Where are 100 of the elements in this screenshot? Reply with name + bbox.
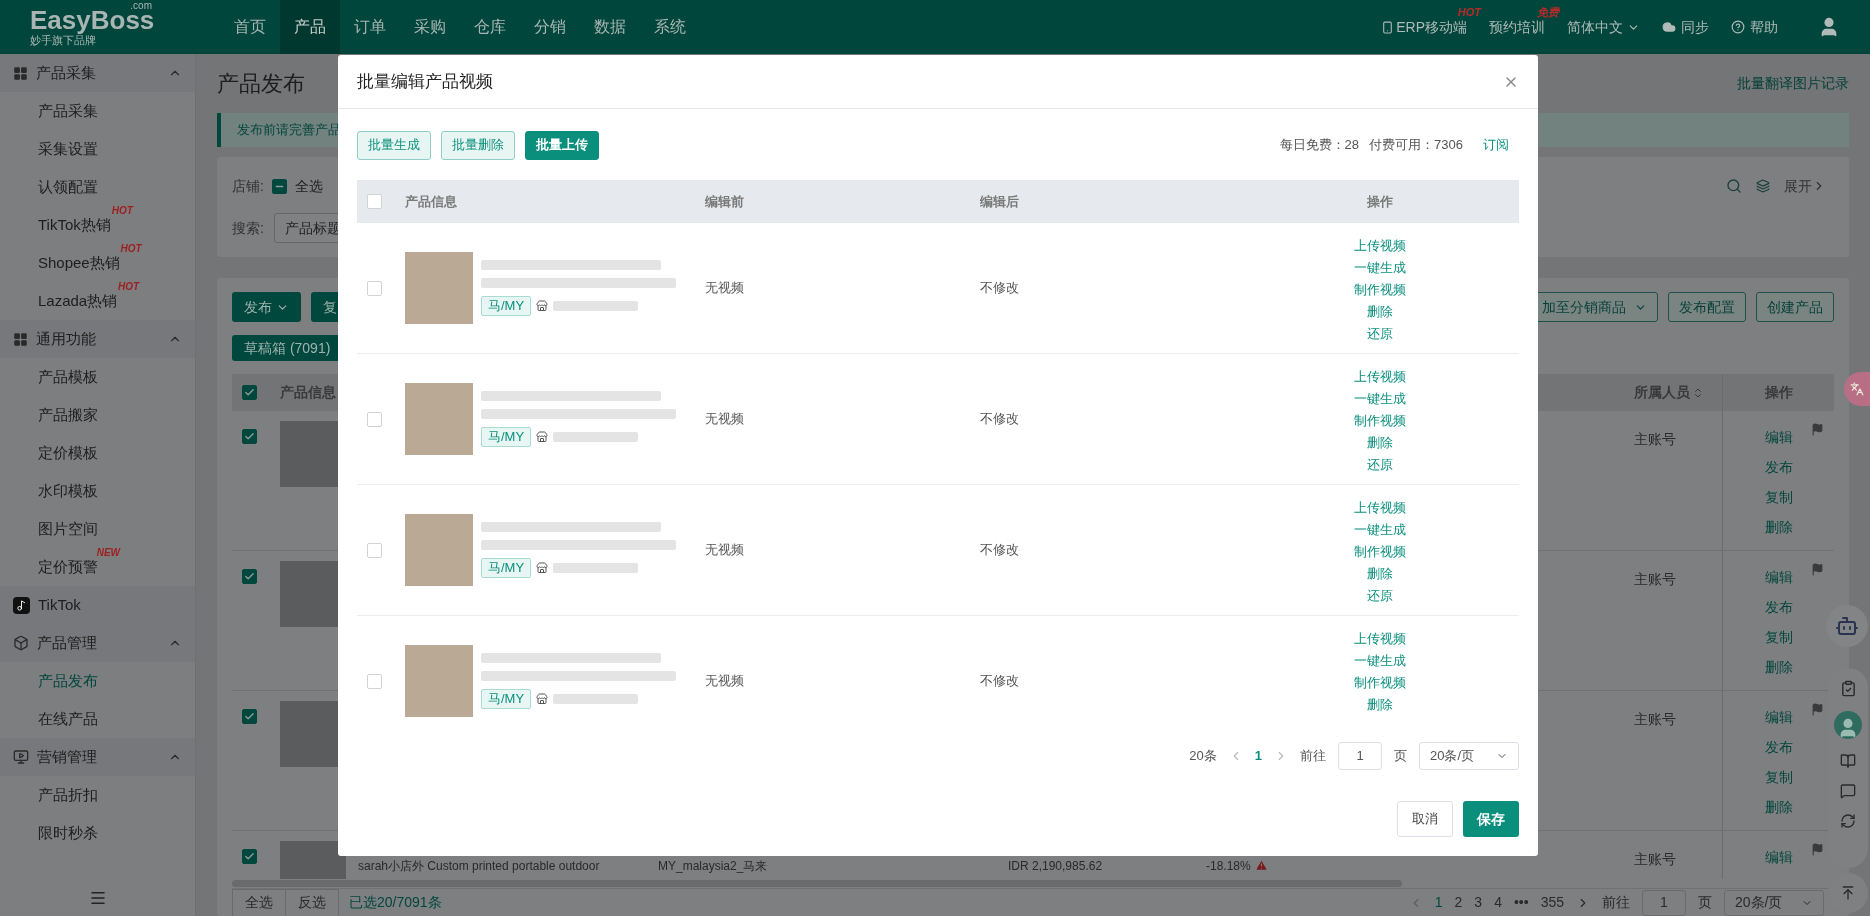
sidebar-item[interactable]: 定价模板 [38,441,98,465]
row-action-link[interactable]: 发布 [1764,737,1793,767]
toolbar-button[interactable]: 发布 [232,292,301,322]
sidebar-section[interactable]: 营销管理 [0,738,195,776]
mobile-app-link[interactable]: ERP移动端 [1381,16,1467,38]
row-action-link[interactable]: 复制 [1764,767,1793,797]
row-action-link[interactable]: 编辑 [1764,707,1793,737]
row-action-link[interactable]: 删除 [1764,797,1793,827]
checkbox[interactable] [271,178,287,194]
subscribe-link[interactable]: 订阅 [1483,135,1509,155]
page-number[interactable]: 355 [1540,892,1564,913]
sidebar-item[interactable]: 定价预警 [38,555,98,579]
layout-icon[interactable] [1756,179,1770,193]
sidebar-item[interactable]: 限时秒杀 [38,821,98,845]
sidebar-section[interactable]: TikTok [0,586,195,624]
batch-button[interactable]: 批量生成 [357,130,431,160]
sidebar-item[interactable]: Lazada热销 [38,289,118,313]
flag-icon[interactable] [1811,843,1824,856]
help-button[interactable]: 帮助 [1731,16,1778,38]
message-icon[interactable] [1840,783,1856,799]
translate-records-link[interactable]: 批量翻译图片记录 [1737,73,1849,94]
page-number[interactable]: 1 [1434,892,1443,913]
cancel-button[interactable]: 取消 [1397,801,1453,837]
video-action-link[interactable]: 制作视频 [1354,410,1406,432]
batch-button[interactable]: 批量上传 [525,130,599,160]
sidebar-item[interactable]: 认领配置 [38,175,98,199]
sidebar-item[interactable]: 产品模板 [38,365,98,389]
nav-tab[interactable]: 数据 [580,0,640,54]
video-action-link[interactable]: 一键生成 [1354,257,1406,279]
sidebar-item[interactable]: Shopee热销 [38,251,120,275]
flag-icon[interactable] [1811,563,1824,576]
translate-pill[interactable] [1844,372,1870,406]
collapse-menu-icon[interactable] [88,889,107,907]
sort-icon[interactable] [1692,386,1704,399]
expand-button[interactable]: 展开 [1784,175,1826,197]
checkbox[interactable] [242,709,257,724]
checklist-icon[interactable] [1839,680,1857,697]
video-action-link[interactable]: 删除 [1367,694,1393,716]
batch-button[interactable]: 批量删除 [441,130,515,160]
video-action-link[interactable]: 制作视频 [1354,541,1406,563]
sidebar-item[interactable]: TikTok热销 [38,213,111,237]
page-input[interactable]: 1 [1642,889,1686,916]
page-input[interactable]: 1 [1338,742,1382,770]
sidebar-item[interactable]: 采集设置 [38,137,98,161]
sidebar-item[interactable]: 产品发布 [38,669,98,693]
video-action-link[interactable]: 上传视频 [1354,497,1406,519]
video-action-link[interactable]: 还原 [1367,323,1393,345]
toolbar-button[interactable]: 创建产品 [1756,292,1834,322]
page-size-select[interactable]: 20条/页 [1724,889,1824,916]
search-icon[interactable] [1726,178,1742,194]
checkbox[interactable] [242,849,257,864]
video-action-link[interactable]: 删除 [1367,301,1393,323]
assistant-button[interactable] [1826,605,1868,647]
video-action-link[interactable]: 还原 [1367,585,1393,607]
row-action-link[interactable]: 编辑 [1764,567,1793,597]
sidebar-section[interactable]: 通用功能 [0,320,195,358]
video-action-link[interactable]: 制作视频 [1354,672,1406,694]
sidebar-item[interactable]: 产品折扣 [38,783,98,807]
video-action-link[interactable]: 一键生成 [1354,650,1406,672]
avatar[interactable] [1834,711,1862,739]
row-action-link[interactable]: 复制 [1764,487,1793,517]
video-action-link[interactable]: 删除 [1367,563,1393,585]
flag-icon[interactable] [1811,703,1824,716]
page-number[interactable]: ••• [1513,892,1529,913]
book-icon[interactable] [1840,753,1856,769]
nav-tab[interactable]: 订单 [340,0,400,54]
row-action-link[interactable]: 删除 [1764,517,1793,547]
language-select[interactable]: 简体中文 [1567,16,1640,38]
video-action-link[interactable]: 一键生成 [1354,519,1406,541]
nav-tab[interactable]: 首页 [220,0,280,54]
video-action-link[interactable]: 上传视频 [1354,235,1406,257]
sidebar-section[interactable]: 产品管理 [0,624,195,662]
invert-button[interactable]: 反选 [286,888,339,916]
sync-button[interactable]: 同步 [1662,16,1709,38]
video-action-link[interactable]: 上传视频 [1354,366,1406,388]
toolbar-button[interactable]: 发布配置 [1668,292,1746,322]
sidebar-item[interactable]: 水印模板 [38,479,98,503]
sidebar-item[interactable]: 产品采集 [38,99,98,123]
checkbox[interactable] [242,385,257,400]
video-action-link[interactable]: 还原 [1367,454,1393,476]
checkbox[interactable] [242,429,257,444]
nav-tab[interactable]: 分销 [520,0,580,54]
sidebar-section[interactable]: 产品采集 [0,54,195,92]
refresh-icon[interactable] [1840,813,1856,829]
sidebar-item[interactable]: 图片空间 [38,517,98,541]
nav-tab[interactable]: 产品 [280,0,340,54]
nav-tab[interactable]: 系统 [640,0,700,54]
horizontal-scrollbar[interactable] [232,880,1402,887]
video-action-link[interactable]: 制作视频 [1354,279,1406,301]
row-action-link[interactable]: 发布 [1764,597,1793,627]
page-number[interactable]: 1 [1254,746,1262,766]
page-size-select[interactable]: 20条/页 [1419,742,1519,770]
row-action-link[interactable]: 复制 [1764,627,1793,657]
nav-tab[interactable]: 仓库 [460,0,520,54]
sidebar-item[interactable]: 产品搬家 [38,403,98,427]
flag-icon[interactable] [1811,423,1824,436]
row-action-link[interactable]: 发布 [1764,457,1793,487]
page-number[interactable]: 3 [1474,892,1483,913]
save-button[interactable]: 保存 [1463,801,1519,837]
row-action-link[interactable]: 编辑 [1764,427,1793,457]
